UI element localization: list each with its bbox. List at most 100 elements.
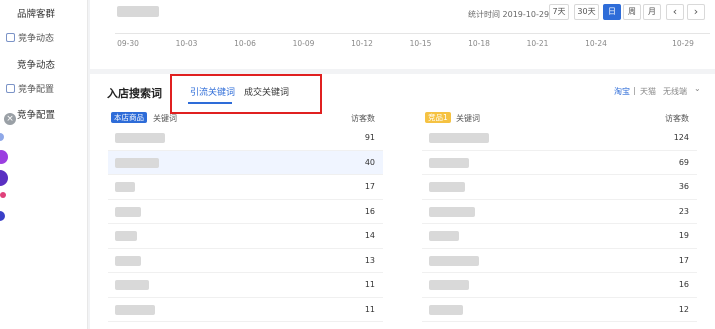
platform-tmall[interactable]: 天猫 [640,86,656,97]
visitor-count: 124 [673,133,689,142]
table-row[interactable]: 11 [108,298,383,322]
redacted-keyword [115,231,137,241]
trend-panel: 统计时间 2019-10-29 7天 30天 日 周 月 ‹ › 09-30 10… [90,0,715,69]
range-month-button[interactable]: 月 [643,4,661,20]
table-row[interactable]: 19 [422,224,697,249]
platform-taobao[interactable]: 淘宝 [614,86,630,97]
sidebar-item-label: 竞争动态 [17,60,56,71]
keyword-column-header: 关键词 [456,114,480,123]
redacted-keyword [115,280,149,290]
table-row[interactable]: 91 [108,126,383,151]
sidebar-item-competition-config-sub[interactable]: 竞争配置 [17,107,55,121]
visitor-count: 13 [364,255,375,265]
floating-dot-icon [0,170,8,186]
table-row[interactable]: 16 [108,200,383,224]
redacted-keyword [429,133,489,143]
range-week-button[interactable]: 周 [623,4,641,20]
table-row[interactable]: 14 [108,224,383,249]
left-keyword-table: 本店商品 关键词 访客数 91 40 17 16 14 13 11 11 [108,110,383,322]
chevron-down-icon[interactable]: ⌄ [694,84,701,93]
sidebar-item-brand-audience[interactable]: 品牌客群 [17,6,55,20]
right-keyword-table: 竞品1 关键词 访客数 124 69 36 23 19 17 16 12 [422,110,697,322]
table-header: 竞品1 关键词 访客数 [422,110,697,126]
redacted-keyword [429,206,475,217]
range-30d-button[interactable]: 30天 [574,4,599,20]
building-icon [6,84,15,93]
device-select[interactable]: 无线端 [663,86,687,97]
table-row[interactable]: 69 [422,151,697,175]
platform-separator: | [633,86,636,95]
visitors-column-header: 访客数 [665,114,689,123]
redacted-keyword [115,157,159,168]
visitor-count: 14 [364,231,375,240]
range-7d-button[interactable]: 7天 [549,4,569,20]
panel-title: 入店搜索词 [107,87,162,100]
x-axis-tick-label: 10-29 [672,39,694,48]
visitor-count: 12 [678,304,689,314]
visitor-count: 17 [678,255,689,265]
redacted-keyword [115,133,165,143]
close-icon[interactable]: × [4,113,16,125]
floating-dot-icon [0,150,8,164]
own-product-badge: 本店商品 [111,112,147,123]
visitor-count: 91 [364,133,375,142]
table-row[interactable]: 17 [422,249,697,273]
table-row[interactable]: 40 [108,150,383,175]
visitor-count: 40 [364,157,375,167]
table-row[interactable]: 11 [108,273,383,298]
table-row[interactable]: 16 [422,273,697,298]
search-keywords-panel: 入店搜索词 引流关键词 成交关键词 淘宝 | 天猫 无线端 ⌄ 本店商品 关键词… [90,74,715,329]
table-row[interactable]: 17 [108,175,383,200]
x-axis-line [115,33,710,34]
table-row[interactable]: 23 [422,200,697,224]
x-axis-tick-label: 10-12 [351,39,373,48]
x-axis-tick-label: 10-18 [468,39,490,48]
visitor-count: 11 [364,280,375,289]
x-axis-tick-label: 09-30 [117,39,139,48]
building-icon [6,33,15,42]
floating-dot-icon [0,133,4,141]
x-axis-tick-label: 10-03 [175,39,198,48]
sidebar-item-label: 竞争配置 [18,85,55,95]
redacted-title [117,6,159,17]
competitor-badge: 竞品1 [425,112,451,123]
redacted-keyword [429,231,459,241]
sidebar-item-competition-dynamics[interactable]: 竞争动态 [6,31,54,44]
sidebar-item-competition-dynamics-sub[interactable]: 竞争动态 [17,57,55,71]
redacted-keyword [115,182,135,192]
redacted-keyword [115,304,155,315]
next-icon[interactable]: › [687,4,705,20]
table-row[interactable]: 36 [422,175,697,200]
sidebar-item-competition-config[interactable]: 竞争配置 [6,82,54,95]
visitor-count: 36 [678,182,689,191]
x-axis-tick-label: 10-24 [585,39,607,48]
redacted-keyword [429,182,465,192]
redacted-keyword [429,304,463,315]
visitor-count: 17 [364,182,375,191]
visitor-count: 69 [678,157,689,167]
x-axis-tick-label: 10-09 [292,39,315,48]
x-axis-tick-label: 10-21 [526,39,549,48]
x-axis-tick-label: 10-06 [234,39,256,48]
stat-time: 统计时间 2019-10-29 [468,10,550,19]
sidebar-item-label: 竞争配置 [17,110,56,121]
table-row[interactable]: 13 [108,249,383,273]
sidebar-item-label: 品牌客群 [17,9,56,20]
redacted-keyword [429,255,479,266]
table-row[interactable]: 124 [422,126,697,151]
table-row[interactable]: 12 [422,298,697,322]
sidebar: 品牌客群 竞争动态 竞争动态 竞争配置 竞争配置 × [0,0,88,329]
redacted-keyword [429,280,469,290]
sidebar-item-label: 竞争动态 [18,34,55,44]
prev-icon[interactable]: ‹ [666,4,684,20]
redacted-keyword [115,206,141,217]
app-root: 品牌客群 竞争动态 竞争动态 竞争配置 竞争配置 × 统计时间 2019-10-… [0,0,715,329]
highlight-box [170,74,322,114]
redacted-keyword [429,157,469,168]
floating-dot-icon [0,211,5,221]
visitor-count: 16 [364,206,375,216]
range-day-button[interactable]: 日 [603,4,621,20]
visitor-count: 11 [364,304,375,314]
x-axis-tick-label: 10-15 [409,39,432,48]
visitor-count: 16 [678,280,689,289]
